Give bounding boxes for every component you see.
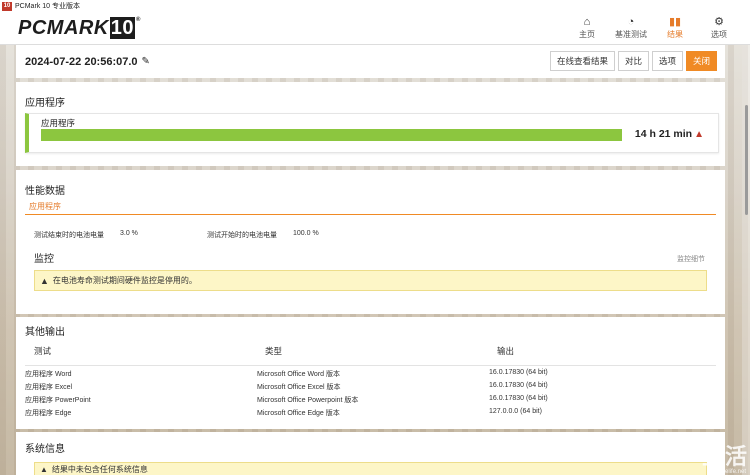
monitoring-title: 监控 <box>34 254 54 265</box>
column-header-output: 输出 <box>497 346 515 356</box>
system-info-alert: ▲ 结果中未包含任何系统信息 <box>34 462 707 475</box>
cell-type: Microsoft Office Excel 版本 <box>257 384 341 391</box>
system-info-section-title: 系统信息 <box>25 444 65 455</box>
nav-options[interactable]: ⚙ 选项 <box>702 15 736 40</box>
gauge-icon: ◔ <box>627 16 635 28</box>
table-row: 应用程序 PowerPoint Microsoft Office Powerpo… <box>16 394 725 407</box>
pencil-icon[interactable]: ✎ <box>142 56 150 67</box>
cell-test: 应用程序 PowerPoint <box>25 397 91 404</box>
warning-icon: ▲ <box>40 275 49 286</box>
other-output-section-title: 其他输出 <box>25 327 65 338</box>
warning-icon: ▲ <box>40 464 48 474</box>
window-titlebar: 10 PCMark 10 专业版本 <box>0 0 750 12</box>
metric-battery-end-label: 测试结束时的电池电量 <box>34 232 104 239</box>
tab-applications[interactable]: 应用程序 <box>29 201 61 212</box>
home-icon: ⌂ <box>583 16 591 28</box>
cell-test: 应用程序 Edge <box>25 410 72 417</box>
system-info-alert-text: 结果中未包含任何系统信息 <box>51 464 148 474</box>
nav-options-label: 选项 <box>711 30 727 39</box>
result-header: 2024-07-22 20:56:07.0 ✎ 在线查看结果 对比 选项 关闭 <box>16 45 725 78</box>
window-title: PCMark 10 专业版本 <box>15 3 80 10</box>
system-info-card: 系统信息 ▲ 结果中未包含任何系统信息 <box>16 432 725 475</box>
cell-test: 应用程序 Excel <box>25 384 73 391</box>
gear-icon: ⚙ <box>714 16 724 28</box>
top-navigation: PCMARK 10 ® ⌂ 主页 ◔ 基准测试 ▮▮ 结果 ⚙ 选项 <box>0 12 750 45</box>
cell-type: Microsoft Office Edge 版本 <box>257 410 340 417</box>
nav-buttons: ⌂ 主页 ◔ 基准测试 ▮▮ 结果 ⚙ 选项 <box>570 15 736 40</box>
applications-section-title: 应用程序 <box>25 98 65 109</box>
header-button-group: 在线查看结果 对比 选项 关闭 <box>549 51 717 71</box>
tab-underline <box>25 214 716 215</box>
column-header-test: 测试 <box>34 346 52 356</box>
view-online-button[interactable]: 在线查看结果 <box>549 51 615 71</box>
table-row: 应用程序 Word Microsoft Office Word 版本 16.0.… <box>16 368 725 381</box>
pcmark-app-icon: 10 <box>2 1 12 11</box>
page-scrollbar[interactable] <box>742 45 750 475</box>
cell-output: 16.0.17830 (64 bit) <box>489 395 548 402</box>
table-row: 应用程序 Excel Microsoft Office Excel 版本 16.… <box>16 381 725 394</box>
close-button[interactable]: 关闭 <box>685 51 717 71</box>
scrollbar-thumb[interactable] <box>745 105 748 215</box>
monitoring-disabled-alert: ▲ 在电池寿命测试期间硬件监控是停用的。 <box>34 270 707 291</box>
table-row: 应用程序 Edge Microsoft Office Edge 版本 127.0… <box>16 407 725 420</box>
bar-chart-icon: ▮▮ <box>668 16 682 28</box>
watermark-logo: 生活 <box>701 444 748 469</box>
monitoring-details-link[interactable]: 监控细节 <box>677 254 705 264</box>
applications-card: 应用程序 应用程序 14 h 21 min ▲ <box>16 82 725 166</box>
applications-result-item[interactable]: 应用程序 14 h 21 min ▲ <box>25 113 719 153</box>
compare-button[interactable]: 对比 <box>617 51 649 71</box>
battery-life-value: 14 h 21 min ▲ <box>634 128 704 140</box>
other-output-card: 其他输出 测试 类型 输出 应用程序 Word Microsoft Office… <box>16 317 725 429</box>
table-divider <box>25 365 716 366</box>
pcmark-logo: PCMARK 10 ® <box>18 17 141 39</box>
metric-battery-start-label: 测试开始时的电池电量 <box>207 232 277 239</box>
metric-battery-start-value: 100.0 % <box>293 230 319 237</box>
nav-benchmarks[interactable]: ◔ 基准测试 <box>614 15 648 40</box>
column-header-type: 类型 <box>265 346 283 356</box>
metric-battery-end-value: 3.0 % <box>120 230 138 237</box>
options-button[interactable]: 选项 <box>651 51 683 71</box>
performance-data-card: 性能数据 应用程序 测试结束时的电池电量 3.0 % 测试开始时的电池电量 10… <box>16 170 725 314</box>
nav-results-label: 结果 <box>667 30 683 39</box>
result-datetime: 2024-07-22 20:56:07.0 <box>25 55 138 68</box>
warning-icon: ▲ <box>694 129 704 140</box>
cell-output: 127.0.0.0 (64 bit) <box>489 408 542 415</box>
battery-life-bar <box>41 129 622 141</box>
monitoring-alert-text: 在电池寿命测试期间硬件监控是停用的。 <box>52 276 197 285</box>
cell-output: 16.0.17830 (64 bit) <box>489 382 548 389</box>
nav-home[interactable]: ⌂ 主页 <box>570 15 604 40</box>
nav-benchmarks-label: 基准测试 <box>615 30 647 39</box>
cell-type: Microsoft Office Powerpoint 版本 <box>257 397 359 404</box>
cell-type: Microsoft Office Word 版本 <box>257 371 340 378</box>
nav-results[interactable]: ▮▮ 结果 <box>658 15 692 40</box>
nav-home-label: 主页 <box>579 30 595 39</box>
cell-output: 16.0.17830 (64 bit) <box>489 369 548 376</box>
performance-section-title: 性能数据 <box>25 186 65 197</box>
cell-test: 应用程序 Word <box>25 371 72 378</box>
applications-item-label: 应用程序 <box>41 118 76 128</box>
watermark-url: www.3elife.net <box>707 469 746 475</box>
